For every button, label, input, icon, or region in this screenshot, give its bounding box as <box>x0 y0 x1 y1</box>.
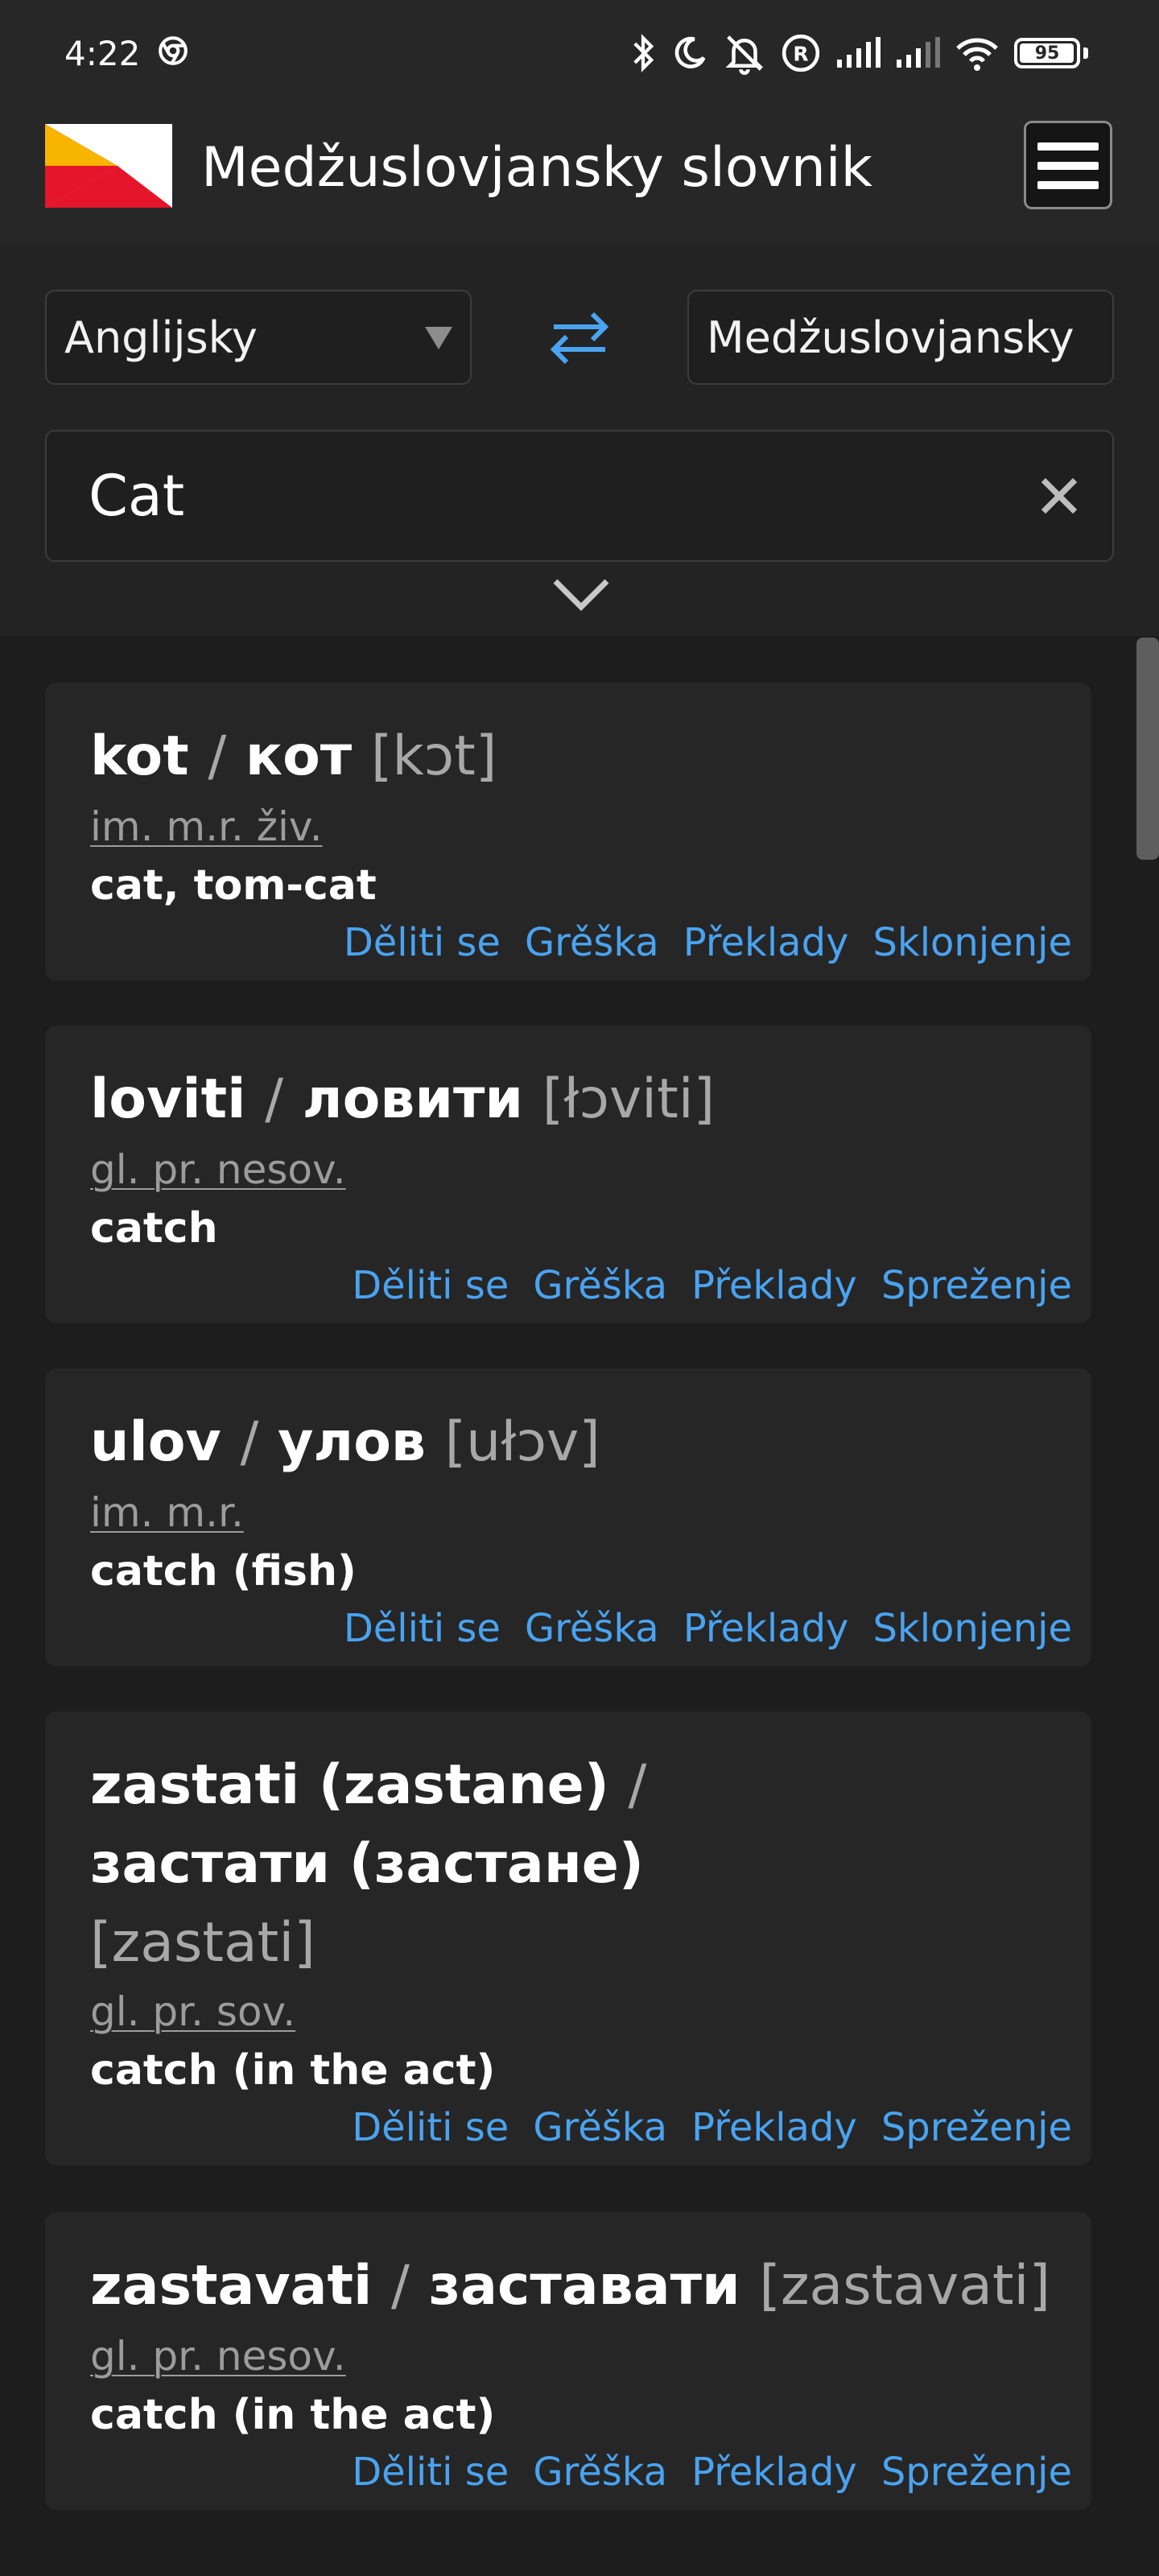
result-headword: loviti / ловити [łɔviti] <box>90 1067 716 1131</box>
headword-latin: kot <box>90 724 189 788</box>
result-card: loviti / ловити [łɔviti] gl. pr. nesov. … <box>45 1026 1091 1323</box>
translations-link[interactable]: Překlady <box>683 916 849 969</box>
result-headword: ulov / улов [ułɔv] <box>90 1410 600 1474</box>
result-actions: Děliti se Grěška Překlady Sklonjenje <box>344 916 1072 969</box>
share-link[interactable]: Děliti se <box>344 1602 501 1655</box>
translations-link[interactable]: Překlady <box>691 2446 857 2499</box>
result-actions: Děliti se Grěška Překlady Sprežen­je <box>352 2446 1072 2499</box>
conjugation-link[interactable]: Sprežen­je <box>881 1259 1072 1312</box>
translations-link[interactable]: Překlady <box>691 2101 857 2154</box>
headword-ipa: [kɔt] <box>370 724 497 788</box>
swap-arrows-icon[interactable] <box>547 306 612 370</box>
bluetooth-icon <box>633 34 654 72</box>
headword-ipa: [zastati] <box>90 1911 316 1975</box>
translations-link[interactable]: Překlady <box>691 1259 857 1312</box>
declension-link[interactable]: Sklonjenje <box>872 916 1072 969</box>
share-link[interactable]: Děliti se <box>352 1259 509 1312</box>
chevron-down-icon[interactable] <box>551 573 612 615</box>
result-actions: Děliti se Grěška Překlady Sprežen­je <box>352 1259 1072 1312</box>
result-actions: Děliti se Grěška Překlady Sklonjenje <box>344 1602 1072 1655</box>
result-card: zastati (zastane) / застати (застане) [z… <box>45 1711 1091 2165</box>
part-of-speech-link[interactable]: im. m.r. živ. <box>90 799 322 855</box>
headword-latin: zastati (zastane) <box>90 1753 609 1817</box>
report-error-link[interactable]: Grěška <box>525 916 659 969</box>
headword-ipa: [ułɔv] <box>444 1410 600 1474</box>
headword-latin: zastavati <box>90 2254 373 2318</box>
result-actions: Děliti se Grěška Překlady Sprežen­je <box>352 2101 1072 2154</box>
signal-icon <box>897 37 940 68</box>
svg-text:R: R <box>793 42 808 65</box>
hamburger-menu-icon <box>1037 142 1099 151</box>
status-time: 4:22 <box>64 34 141 73</box>
search-controls: Anglijsky Medžuslovjansky <box>0 245 1159 636</box>
close-icon[interactable] <box>1037 473 1082 518</box>
translation: cat, tom-cat <box>90 861 377 910</box>
target-language-value: Medžuslovjansky <box>707 312 1074 363</box>
translation: catch (in the act) <box>90 2046 496 2095</box>
share-link[interactable]: Děliti se <box>344 916 501 969</box>
report-error-link[interactable]: Grěška <box>533 2101 667 2154</box>
moon-icon <box>674 36 706 68</box>
app-title: Medžuslovjansky slovnik <box>201 136 873 200</box>
translations-link[interactable]: Překlady <box>683 1602 849 1655</box>
headword-latin: loviti <box>90 1067 246 1131</box>
source-language-value: Anglijsky <box>64 312 258 363</box>
part-of-speech-link[interactable]: gl. pr. sov. <box>90 1984 295 2040</box>
translation: catch <box>90 1204 218 1253</box>
headword-ipa: [łɔviti] <box>542 1067 716 1131</box>
results-scrollbar[interactable] <box>1136 638 1159 860</box>
headword-cyrillic: улов <box>278 1410 426 1474</box>
menu-button[interactable] <box>1024 121 1112 209</box>
result-headword: zastati (zastane) / <box>90 1753 647 1817</box>
headword-cyrillic: ловити <box>302 1067 524 1131</box>
bell-off-icon <box>725 35 764 75</box>
result-headword: kot / кот [kɔt] <box>90 724 497 788</box>
battery-icon: 95 <box>1014 38 1080 68</box>
status-icons: R 95 <box>629 29 1088 77</box>
report-error-link[interactable]: Grěška <box>533 2446 667 2499</box>
search-box <box>45 430 1114 562</box>
battery-level: 95 <box>1034 43 1060 64</box>
part-of-speech-link[interactable]: gl. pr. nesov. <box>90 1141 346 1198</box>
target-language-select[interactable]: Medžuslovjansky <box>687 290 1114 385</box>
headword-ipa: [zastavati] <box>759 2254 1050 2318</box>
share-link[interactable]: Děliti se <box>352 2101 509 2154</box>
search-input[interactable] <box>89 456 974 536</box>
part-of-speech-link[interactable]: gl. pr. nesov. <box>90 2328 346 2384</box>
result-headword: zastavati / заставати [zastavati] <box>90 2254 1050 2318</box>
headword-cyrillic: заставати <box>428 2254 740 2318</box>
result-card: zastavati / заставати [zastavati] gl. pr… <box>45 2212 1091 2510</box>
part-of-speech-link[interactable]: im. m.r. <box>90 1484 244 1541</box>
result-card: kot / кот [kɔt] im. m.r. živ. cat, tom-c… <box>45 683 1091 980</box>
headword-latin: ulov <box>90 1410 221 1474</box>
result-card: ulov / улов [ułɔv] im. m.r. catch (fish)… <box>45 1368 1091 1666</box>
registered-icon: R <box>782 34 820 72</box>
headword-cyrillic: кот <box>245 724 353 788</box>
conjugation-link[interactable]: Sprežen­je <box>881 2101 1072 2154</box>
headword-cyrillic: застати (застане) <box>90 1832 645 1896</box>
chrome-icon <box>159 36 188 65</box>
dropdown-caret-icon <box>425 327 452 349</box>
signal-icon <box>837 37 881 68</box>
source-language-select[interactable]: Anglijsky <box>45 290 472 385</box>
report-error-link[interactable]: Grěška <box>525 1602 659 1655</box>
share-link[interactable]: Děliti se <box>352 2446 509 2499</box>
translation: catch (in the act) <box>90 2391 496 2439</box>
status-bar: 4:22 R 95 <box>0 0 1159 109</box>
translation: catch (fish) <box>90 1547 357 1596</box>
app-header: Medžuslovjansky slovnik <box>0 109 1159 245</box>
declension-link[interactable]: Sklonjenje <box>872 1602 1072 1655</box>
conjugation-link[interactable]: Sprežen­je <box>881 2446 1072 2499</box>
wifi-icon <box>956 38 998 71</box>
interslavic-flag-logo <box>45 124 172 208</box>
report-error-link[interactable]: Grěška <box>533 1259 667 1312</box>
